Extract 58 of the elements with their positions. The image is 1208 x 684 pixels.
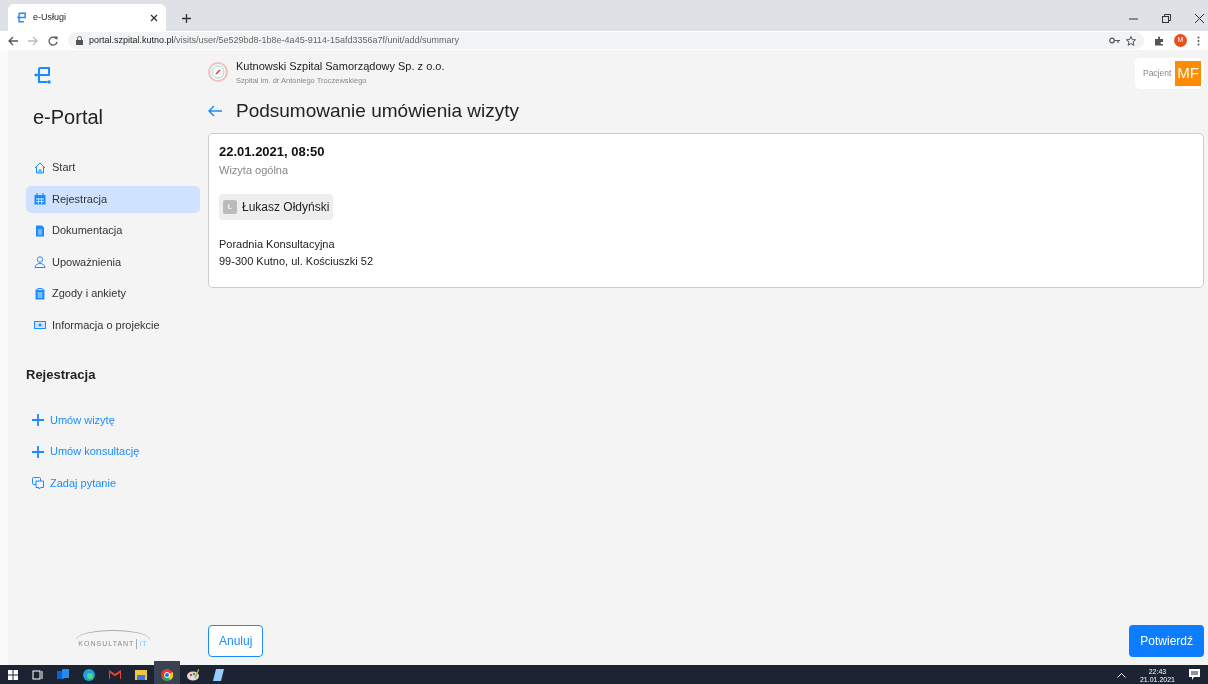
gmail-app-icon[interactable]: [109, 670, 121, 679]
section-title: Rejestracja: [26, 366, 97, 384]
lock-icon: [76, 36, 83, 45]
logo-icon: [34, 66, 52, 84]
puzzle-icon[interactable]: [1154, 35, 1164, 46]
chevron-up-icon[interactable]: [1116, 671, 1126, 678]
calendar-icon: [34, 193, 46, 205]
nav-item[interactable]: Rejestracja: [26, 185, 200, 213]
user-badge[interactable]: Pacjent MF: [1134, 58, 1204, 89]
nav-item[interactable]: Dokumentacja: [26, 217, 200, 244]
star-icon[interactable]: [1126, 35, 1136, 46]
clinic-address: 99-300 Kutno, ul. Kościuszki 52: [219, 253, 375, 269]
clinic-name: Poradnia Konsultacyjna: [219, 237, 336, 252]
back-icon[interactable]: [8, 35, 18, 46]
restore-icon[interactable]: [1162, 14, 1171, 23]
plus-icon: [32, 414, 44, 426]
reload-icon[interactable]: [48, 35, 58, 46]
chat-icon: [32, 477, 44, 489]
site-logo-icon: [16, 11, 27, 23]
start-icon[interactable]: [8, 669, 18, 680]
user-role: Pacjent: [1142, 66, 1172, 80]
browser-tab[interactable]: e-Usługi: [8, 4, 166, 31]
url-text: portal.szpital.kutno.pl/visits/user/5e529bd8-1b8e-4a45-9114-15afd3356a7f/unit/add/summary: [89, 33, 460, 47]
hospital-logo: [208, 62, 228, 82]
document-icon: [34, 224, 46, 237]
mail-app-icon[interactable]: [57, 669, 69, 680]
folder-icon[interactable]: [135, 669, 147, 680]
menu-icon[interactable]: [1197, 35, 1200, 46]
person-icon: [34, 256, 46, 268]
confirm-button[interactable]: Potwierdź: [1129, 625, 1204, 657]
notification-icon[interactable]: [1189, 669, 1200, 680]
id-card-icon: [34, 319, 46, 331]
page-title: Podsumowanie umówienia wizyty: [236, 98, 519, 123]
browser-app-icon[interactable]: [83, 668, 95, 681]
user-avatar: MF: [1175, 61, 1201, 86]
close-icon[interactable]: [150, 13, 158, 22]
nav-item[interactable]: Informacja o projekcie: [26, 311, 200, 339]
cancel-button[interactable]: Anuluj: [208, 625, 264, 657]
close-icon[interactable]: [1195, 14, 1204, 23]
paint-app-icon[interactable]: [187, 668, 199, 681]
address-bar[interactable]: portal.szpital.kutno.pl/visits/user/5e529bd8-1b8e-4a45-9114-15afd3356a7f/unit/add/summary: [68, 32, 1144, 49]
home-icon: [34, 161, 46, 174]
brand-title: e-Portal: [33, 105, 105, 130]
new-tab-icon[interactable]: [182, 14, 191, 23]
visit-type: Wizyta ogólna: [219, 162, 290, 178]
key-icon[interactable]: [1109, 37, 1120, 44]
visit-datetime: 22.01.2021, 08:50: [219, 143, 326, 161]
task-view-icon[interactable]: [32, 669, 43, 680]
plus-icon: [32, 445, 44, 458]
organization-name: Kutnowski Szpital Samorządowy Sp. z o.o.: [236, 59, 445, 74]
nav-item[interactable]: Zgody i ankiety: [26, 280, 200, 307]
nav-item[interactable]: Start: [26, 154, 200, 181]
nav-item[interactable]: Upoważnienia: [26, 248, 200, 276]
back-arrow-icon[interactable]: [208, 104, 222, 117]
tab-title: e-Usługi: [33, 10, 67, 24]
chrome-app-icon[interactable]: [154, 660, 180, 684]
notepad-app-icon[interactable]: [213, 668, 224, 681]
clipboard-icon: [34, 287, 46, 300]
